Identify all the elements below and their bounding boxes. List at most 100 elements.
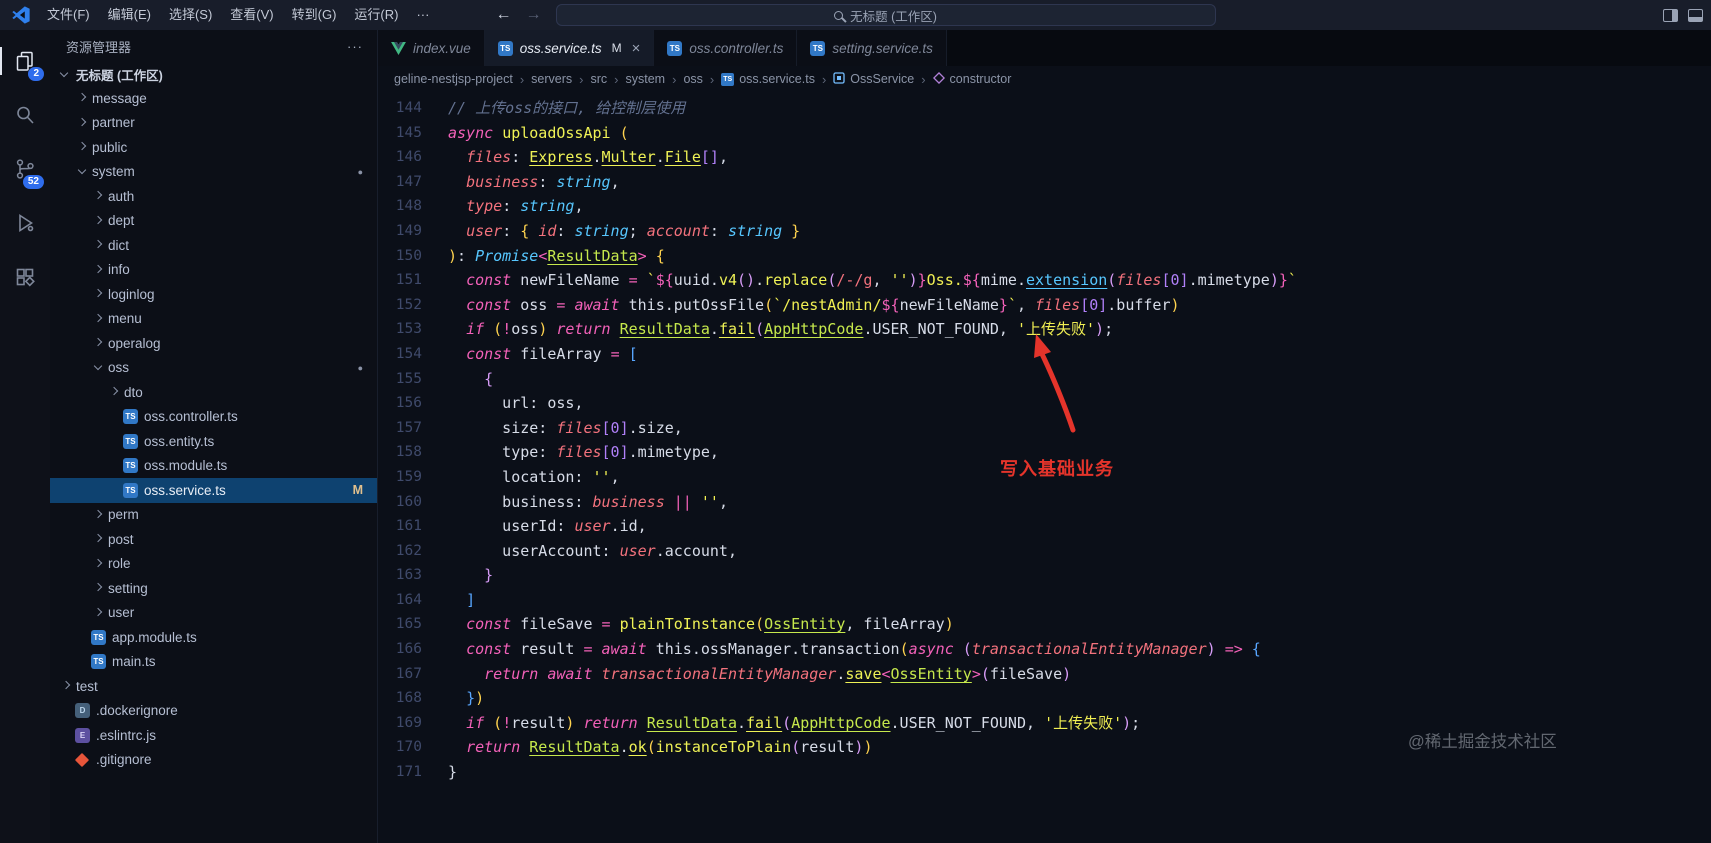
line-number: 151 (395, 272, 422, 289)
tree-item-public[interactable]: public (50, 135, 377, 160)
tree-item-system[interactable]: system ● (50, 160, 377, 185)
code-line-153[interactable]: 153 if (!oss) return ResultData.fail(App… (378, 317, 1711, 342)
chevron-right-icon (90, 534, 106, 543)
workspace-section-header[interactable]: 无标题 (工作区) (50, 62, 377, 86)
tab-oss.controller.ts[interactable]: TS oss.controller.ts (654, 30, 798, 66)
tree-item-dict[interactable]: dict (50, 233, 377, 258)
chevron-right-icon (90, 338, 106, 347)
code-line-147[interactable]: 147 business: string, (378, 170, 1711, 195)
tab-index.vue[interactable]: index.vue (378, 30, 485, 66)
tree-item-role[interactable]: role (50, 552, 377, 577)
command-center-label: 无标题 (工作区) (850, 9, 937, 24)
breadcrumb-item-system[interactable]: system (626, 72, 666, 86)
back-arrow-icon[interactable]: ← (496, 6, 512, 24)
code-line-157[interactable]: 157 size: files[0].size, (378, 416, 1711, 441)
chevron-right-icon (74, 142, 90, 151)
code-text: size: files[0].size, (448, 418, 683, 437)
tree-item-operalog[interactable]: operalog (50, 331, 377, 356)
code-line-149[interactable]: 149 user: { id: string; account: string … (378, 219, 1711, 244)
run-debug-activity-icon[interactable] (0, 196, 50, 250)
tree-item-post[interactable]: post (50, 527, 377, 552)
tree-item-test[interactable]: test (50, 674, 377, 699)
tree-item-.gitignore[interactable]: .gitignore (50, 748, 377, 773)
tree-item-partner[interactable]: partner (50, 111, 377, 136)
code-line-151[interactable]: 151 const newFileName = `${uuid.v4().rep… (378, 268, 1711, 293)
code-line-165[interactable]: 165 const fileSave = plainToInstance(Oss… (378, 612, 1711, 637)
tree-item-oss.controller.ts[interactable]: TS oss.controller.ts (50, 405, 377, 430)
code-line-144[interactable]: 144 // 上传oss的接口, 给控制层使用 (378, 96, 1711, 121)
menu-编辑(E)[interactable]: 编辑(E) (99, 0, 160, 30)
tree-item-main.ts[interactable]: TS main.ts (50, 650, 377, 675)
command-center-search[interactable]: 无标题 (工作区) (555, 4, 1216, 26)
menu-选择(S)[interactable]: 选择(S) (160, 0, 221, 30)
menu-转到(G)[interactable]: 转到(G) (283, 0, 346, 30)
source-control-activity-icon[interactable]: 52 (0, 142, 50, 196)
code-line-161[interactable]: 161 userId: user.id, (378, 514, 1711, 539)
tree-item-oss.service.ts[interactable]: TS oss.service.ts M (50, 478, 377, 503)
close-icon[interactable]: × (632, 41, 641, 56)
line-number: 145 (395, 124, 422, 141)
tree-item-auth[interactable]: auth (50, 184, 377, 209)
code-line-162[interactable]: 162 userAccount: user.account, (378, 539, 1711, 564)
explorer-more-actions-icon[interactable]: ··· (347, 39, 363, 54)
toggle-sidebar-icon[interactable] (1663, 8, 1678, 22)
code-line-154[interactable]: 154 const fileArray = [ (378, 342, 1711, 367)
breadcrumb-item-oss[interactable]: oss (683, 72, 702, 86)
breadcrumb-item-oss.service.ts[interactable]: TS oss.service.ts (721, 72, 815, 86)
breadcrumb-item-geline-nestjsp-project[interactable]: geline-nestjsp-project (394, 72, 513, 86)
search-activity-icon[interactable] (0, 88, 50, 142)
tree-item-oss.entity.ts[interactable]: TS oss.entity.ts (50, 429, 377, 454)
customize-layout-icon[interactable] (1688, 8, 1703, 22)
tree-item-info[interactable]: info (50, 258, 377, 283)
code-line-167[interactable]: 167 return await transactionalEntityMana… (378, 662, 1711, 687)
tree-item-oss.module.ts[interactable]: TS oss.module.ts (50, 454, 377, 479)
menu-运行(R)[interactable]: 运行(R) (345, 0, 407, 30)
code-line-168[interactable]: 168 }) (378, 686, 1711, 711)
menu-文件(F)[interactable]: 文件(F) (38, 0, 99, 30)
code-text: return await transactionalEntityManager.… (484, 664, 1072, 683)
code-line-171[interactable]: 171} (378, 760, 1711, 785)
forward-arrow-icon[interactable]: → (526, 6, 542, 24)
tree-item-menu[interactable]: menu (50, 307, 377, 332)
watermark: @稀土掘金技术社区 (1408, 733, 1557, 751)
breadcrumb-item-servers[interactable]: servers (531, 72, 572, 86)
tree-item-label: oss.controller.ts (144, 409, 238, 425)
code-line-164[interactable]: 164 ] (378, 588, 1711, 613)
code-line-148[interactable]: 148 type: string, (378, 194, 1711, 219)
tree-item-label: oss.service.ts (144, 482, 226, 498)
tree-item-perm[interactable]: perm (50, 503, 377, 528)
tab-setting.service.ts[interactable]: TS setting.service.ts (797, 30, 947, 66)
breadcrumb-separator-icon: › (921, 71, 926, 87)
code-line-146[interactable]: 146 files: Express.Multer.File[], (378, 145, 1711, 170)
breadcrumb-item-OssService[interactable]: OssService (833, 71, 914, 87)
code-line-166[interactable]: 166 const result = await this.ossManager… (378, 637, 1711, 662)
breadcrumb-item-constructor[interactable]: constructor (932, 71, 1011, 87)
code-line-160[interactable]: 160 business: business || '', (378, 490, 1711, 515)
breadcrumb-item-src[interactable]: src (590, 72, 607, 86)
tree-item-oss[interactable]: oss ● (50, 356, 377, 381)
tree-item-label: dict (108, 237, 130, 253)
tab-oss.service.ts[interactable]: TS oss.service.ts M × (484, 30, 655, 66)
tree-item-loginlog[interactable]: loginlog (50, 282, 377, 307)
code-line-163[interactable]: 163 } (378, 563, 1711, 588)
tree-item-dto[interactable]: dto (50, 380, 377, 405)
tree-item-dept[interactable]: dept (50, 209, 377, 234)
code-text: type: string, (466, 197, 584, 216)
tree-item-user[interactable]: user (50, 601, 377, 626)
search-icon (834, 10, 844, 20)
code-line-150[interactable]: 150): Promise<ResultData> { (378, 244, 1711, 269)
menu-more-icon[interactable]: ··· (407, 0, 438, 30)
tree-item-app.module.ts[interactable]: TS app.module.ts (50, 625, 377, 650)
code-line-155[interactable]: 155 { (378, 367, 1711, 392)
explorer-activity-icon[interactable]: 2 (0, 34, 50, 88)
tree-item-.dockerignore[interactable]: D .dockerignore (50, 699, 377, 724)
breadcrumb-separator-icon: › (672, 71, 677, 87)
code-line-156[interactable]: 156 url: oss, (378, 391, 1711, 416)
code-line-145[interactable]: 145 async uploadOssApi ( (378, 121, 1711, 146)
code-line-152[interactable]: 152 const oss = await this.putOssFile(`/… (378, 293, 1711, 318)
extensions-activity-icon[interactable] (0, 250, 50, 304)
menu-查看(V)[interactable]: 查看(V) (221, 0, 282, 30)
tree-item-setting[interactable]: setting (50, 576, 377, 601)
tree-item-message[interactable]: message (50, 86, 377, 111)
tree-item-.eslintrc.js[interactable]: E .eslintrc.js (50, 723, 377, 748)
